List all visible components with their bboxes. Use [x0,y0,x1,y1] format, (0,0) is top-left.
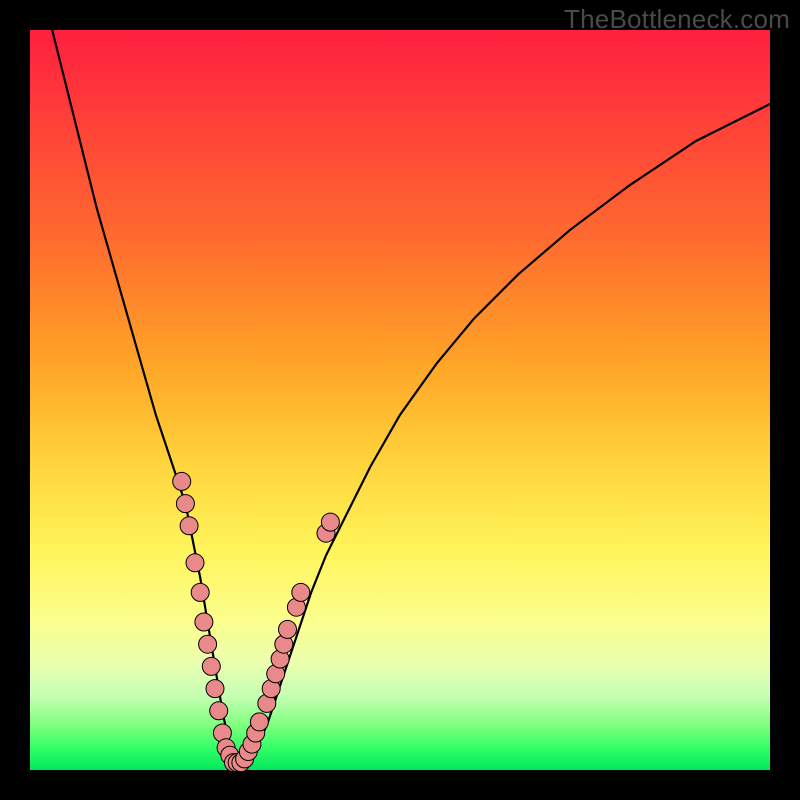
data-markers [173,472,340,771]
data-marker [206,680,224,698]
plot-area [30,30,770,770]
data-marker [195,613,213,631]
bottleneck-curve [52,30,770,763]
data-marker [279,620,297,638]
data-marker [186,554,204,572]
data-marker [250,713,268,731]
data-marker [321,513,339,531]
data-marker [199,635,217,653]
chart-frame: TheBottleneck.com [0,0,800,800]
watermark-text: TheBottleneck.com [564,4,790,35]
data-marker [292,583,310,601]
curve-layer [30,30,770,770]
data-marker [202,657,220,675]
data-marker [173,472,191,490]
data-marker [180,517,198,535]
data-marker [210,702,228,720]
data-marker [191,583,209,601]
data-marker [176,495,194,513]
